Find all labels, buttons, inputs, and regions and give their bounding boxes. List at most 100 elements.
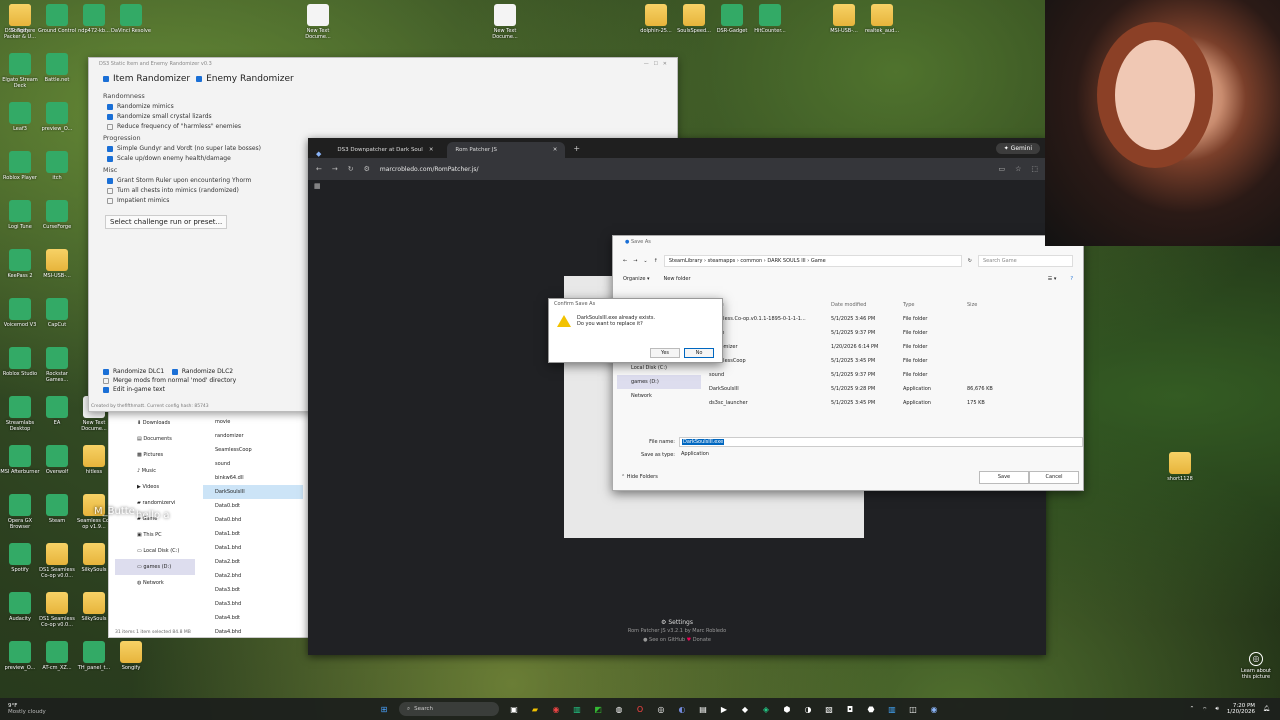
reload-icon[interactable]: ↻: [348, 165, 354, 173]
desktop-icon[interactable]: HitCounter...: [750, 4, 790, 34]
explorer-file-item[interactable]: Data0.bhd: [203, 513, 303, 527]
chevron-down-icon[interactable]: ⌄: [643, 258, 647, 264]
up-icon[interactable]: ↑: [654, 258, 658, 264]
explorer-file-item[interactable]: Data1.bdt: [203, 527, 303, 541]
app-icon[interactable]: ⬣: [865, 703, 877, 715]
desktop-icon[interactable]: Roblox Studio: [0, 347, 40, 377]
breadcrumb-segment[interactable]: DARK SOULS III: [767, 258, 805, 264]
app-icon[interactable]: ◘: [844, 703, 856, 715]
desktop-icon[interactable]: Songify: [111, 641, 151, 671]
challenge-select[interactable]: Select challenge run or preset...: [105, 215, 228, 229]
desktop-icon[interactable]: AT-cm_XZ...: [37, 641, 77, 671]
file-row[interactable]: movie5/1/2025 9:37 PMFile folder: [703, 326, 1073, 340]
help-icon[interactable]: ?: [1070, 276, 1073, 282]
desktop-icon[interactable]: Leaf3: [0, 102, 40, 132]
tree-item[interactable]: Local Disk (C:): [617, 361, 701, 375]
explorer-nav-item[interactable]: ▭ games (D:): [115, 559, 195, 575]
install-icon[interactable]: ▭: [998, 165, 1005, 173]
desktop-icon[interactable]: ndp472-kb...: [74, 4, 114, 34]
network-icon[interactable]: ⌔: [1202, 706, 1207, 713]
desktop-icon[interactable]: TH_panel_t...: [74, 641, 114, 671]
desktop-icon[interactable]: MSI Afterburner: [0, 445, 40, 475]
file-row[interactable]: Seamless.Co-op.v0.1.1-1895-0-1-1-1... 5/1…: [703, 312, 1073, 326]
steam-icon[interactable]: ◍: [613, 703, 625, 715]
explorer-file-item[interactable]: Data2.bdt: [203, 555, 303, 569]
file-name-input[interactable]: DarkSoulsIII.exe: [679, 437, 1083, 447]
weather-widget[interactable]: 9°F Mostly cloudy: [0, 703, 110, 715]
explorer-file-item[interactable]: Data3.bhd: [203, 597, 303, 611]
obs-icon[interactable]: ◎: [655, 703, 667, 715]
taskbar-search[interactable]: ⌕ Search: [399, 702, 499, 716]
app-icon[interactable]: ▧: [823, 703, 835, 715]
desktop-icon[interactable]: Songify: [0, 4, 40, 34]
explorer-nav-item[interactable]: ▣ This PC: [115, 527, 195, 543]
desktop-icon[interactable]: Opera GX Browser: [0, 494, 40, 530]
view-options-icon[interactable]: ☰ ▾: [1048, 276, 1057, 282]
desktop-icon[interactable]: dolphin-25...: [636, 4, 676, 34]
desktop-icon[interactable]: MSI-USB-...: [37, 249, 77, 279]
tab-item-randomizer[interactable]: Item Randomizer: [103, 74, 190, 84]
back-icon[interactable]: ←: [623, 258, 627, 264]
discord-icon[interactable]: ◐: [676, 703, 688, 715]
tree-item[interactable]: Network: [617, 389, 701, 403]
desktop-icon[interactable]: EA: [37, 396, 77, 426]
learn-about-picture[interactable]: ◎ Learn about this picture: [1236, 652, 1276, 680]
file-explorer-icon[interactable]: ▰: [529, 703, 541, 715]
file-row[interactable]: DarkSoulsIII 5/1/2025 9:28 PM Application 8…: [703, 382, 1073, 396]
breadcrumb[interactable]: SteamLibrary › steamapps › common › DARK…: [663, 255, 962, 267]
desktop-icon[interactable]: SoulsSpeed...: [674, 4, 714, 34]
explorer-file-item[interactable]: Data4.bdt: [203, 611, 303, 625]
explorer-nav-item[interactable]: ▭ Local Disk (C:): [115, 543, 195, 559]
tab-ds3-downpatcher[interactable]: DS3 Downpatcher at Dark Soul ✕: [329, 142, 447, 158]
option-checkbox[interactable]: Reduce frequency of "harmless" enemies: [107, 123, 659, 130]
explorer-file-item[interactable]: DarkSoulsIII: [203, 485, 303, 499]
explorer-nav-item[interactable]: ▶ Videos: [115, 479, 195, 495]
close-icon[interactable]: ✕: [553, 147, 558, 153]
opera-icon[interactable]: O: [634, 703, 646, 715]
file-row[interactable]: sound 5/1/2025 9:37 PM File folder: [703, 368, 1073, 382]
organize-button[interactable]: Organize ▾: [623, 276, 650, 282]
explorer-file-item[interactable]: Data0.bdt: [203, 499, 303, 513]
desktop-icon[interactable]: DaVinci Resolve: [111, 4, 151, 34]
address-bar[interactable]: marcrobledo.com/RomPatcher.js/: [380, 166, 479, 173]
explorer-file-item[interactable]: movie: [203, 415, 303, 429]
desktop-icon[interactable]: CurseForge: [37, 200, 77, 230]
dlc1-checkbox[interactable]: Randomize DLC1: [103, 368, 164, 375]
desktop-icon[interactable]: Voicemod V3: [0, 298, 40, 328]
desktop-icon[interactable]: Overwolf: [37, 445, 77, 475]
new-tab-button[interactable]: +: [573, 144, 580, 153]
file-row[interactable]: ds3sc_launcher 5/1/2025 3:45 PM Applicatio…: [703, 396, 1073, 410]
nvidia-icon[interactable]: ◩: [592, 703, 604, 715]
breadcrumb-segment[interactable]: common: [740, 258, 762, 264]
notifications-icon[interactable]: 🔔︎: [1263, 706, 1270, 712]
tree-item[interactable]: games (D:): [617, 375, 701, 389]
breadcrumb-segment[interactable]: steamapps: [708, 258, 736, 264]
desktop-icon[interactable]: Steam: [37, 494, 77, 524]
app-icon[interactable]: ◫: [907, 703, 919, 715]
explorer-file-item[interactable]: randomizer: [203, 429, 303, 443]
app-icon[interactable]: ⬢: [781, 703, 793, 715]
close-icon[interactable]: ✕: [429, 147, 434, 153]
tab-rom-patcher[interactable]: Rom Patcher JS ✕: [447, 142, 566, 158]
window-controls[interactable]: — ☐ ✕: [644, 61, 667, 69]
settings-link[interactable]: ⚙ Settings: [308, 618, 1046, 627]
desktop-icon[interactable]: Streamlabs Desktop: [0, 396, 40, 432]
desktop-icon[interactable]: DS1 Seamless Co-op v0.0...: [37, 543, 77, 579]
file-row[interactable]: randomizer 1/20/2026 6:14 PM File folder: [703, 340, 1073, 354]
no-button[interactable]: No: [684, 348, 714, 358]
desktop-icon[interactable]: Logi Tune: [0, 200, 40, 230]
app-icon[interactable]: ◆: [739, 703, 751, 715]
back-icon[interactable]: ←: [316, 165, 322, 173]
desktop-icon[interactable]: realtek_aud...: [862, 4, 902, 34]
explorer-file-item[interactable]: Data4.bhd: [203, 625, 303, 639]
start-icon[interactable]: ⊞: [378, 703, 390, 715]
desktop-icon[interactable]: preview_O...: [37, 102, 77, 132]
app-icon[interactable]: ◈: [760, 703, 772, 715]
desktop-icon[interactable]: Spotify: [0, 543, 40, 573]
hide-folders-toggle[interactable]: ⌃ Hide Folders: [621, 474, 658, 480]
desktop-icon[interactable]: itch: [37, 151, 77, 181]
desktop-icon[interactable]: DSR-Gadget: [712, 4, 752, 34]
desktop-icon[interactable]: KeePass 2: [0, 249, 40, 279]
explorer-file-item[interactable]: sound: [203, 457, 303, 471]
donate-link[interactable]: Donate: [693, 637, 711, 643]
